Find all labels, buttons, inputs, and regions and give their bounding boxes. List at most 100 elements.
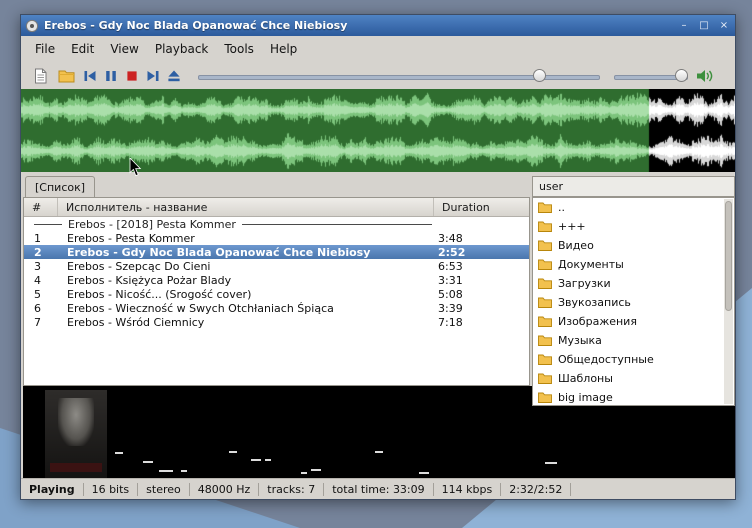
folder-item[interactable]: big image	[533, 388, 734, 406]
mouse-cursor	[129, 158, 142, 177]
folder-icon	[538, 392, 552, 403]
track-title: Erebos - Księżyca Pożar Blady	[58, 274, 434, 287]
track-number: 5	[24, 288, 58, 301]
track-duration: 3:48	[434, 232, 529, 245]
folder-item[interactable]: Шаблоны	[533, 369, 734, 388]
desktop: Erebos - Gdy Noc Blada Opanować Chce Nie…	[0, 0, 752, 528]
open-file-icon	[33, 68, 48, 84]
folder-name: big image	[558, 391, 613, 404]
player-window: Erebos - Gdy Noc Blada Opanować Chce Nie…	[20, 14, 736, 500]
folder-item[interactable]: +++	[533, 217, 734, 236]
open-folder-icon	[58, 69, 75, 83]
playlist-row[interactable]: 5Erebos - Nicość... (Srogość cover)5:08	[24, 287, 529, 301]
track-number: 3	[24, 260, 58, 273]
folder-name: Видео	[558, 239, 594, 252]
statusbar: Playing16 bitsstereo48000 Hztracks: 7tot…	[21, 478, 735, 499]
previous-icon	[82, 68, 98, 84]
folder-name: Общедоступные	[558, 353, 654, 366]
viz-mark	[375, 451, 383, 453]
folder-icon	[538, 202, 552, 213]
pause-button[interactable]	[100, 65, 121, 87]
folder-item[interactable]: Общедоступные	[533, 350, 734, 369]
track-title: Erebos - Gdy Noc Blada Opanować Chce Nie…	[58, 246, 434, 259]
album-art	[45, 390, 107, 478]
seek-slider[interactable]	[198, 65, 600, 87]
playlist-row[interactable]: 6Erebos - Wieczność w Swych Otchłaniach …	[24, 301, 529, 315]
minimize-button[interactable]: –	[675, 18, 693, 33]
maximize-button[interactable]: □	[695, 18, 713, 33]
folder-item[interactable]: Музыка	[533, 331, 734, 350]
folder-name: Документы	[558, 258, 624, 271]
track-number: 2	[24, 246, 58, 259]
menu-edit[interactable]: Edit	[63, 39, 102, 59]
viz-mark	[545, 462, 557, 464]
folder-item[interactable]: Видео	[533, 236, 734, 255]
filebrowser-scrollbar[interactable]	[724, 199, 733, 404]
track-number: 1	[24, 232, 58, 245]
menu-view[interactable]: View	[102, 39, 146, 59]
viz-mark	[301, 472, 307, 474]
folder-item[interactable]: ..	[533, 198, 734, 217]
status-item: total time: 33:09	[324, 483, 433, 496]
stop-button[interactable]	[121, 65, 142, 87]
menubar: File Edit View Playback Tools Help	[21, 36, 735, 62]
volume-thumb[interactable]	[675, 69, 688, 82]
folder-name: Загрузки	[558, 277, 611, 290]
playlist-row[interactable]: 7Erebos - Wśród Ciemnicy7:18	[24, 315, 529, 329]
eject-button[interactable]	[163, 65, 184, 87]
playlist-row[interactable]: 4Erebos - Księżyca Pożar Blady3:31	[24, 273, 529, 287]
viz-mark	[229, 451, 237, 453]
pause-icon	[103, 68, 119, 84]
folder-item[interactable]: Документы	[533, 255, 734, 274]
window-title: Erebos - Gdy Noc Blada Opanować Chce Nie…	[44, 19, 675, 32]
playlist-row[interactable]: 2Erebos - Gdy Noc Blada Opanować Chce Ni…	[24, 245, 529, 259]
menu-help[interactable]: Help	[262, 39, 305, 59]
track-duration: 7:18	[434, 316, 529, 329]
status-playback-state: Playing	[21, 483, 84, 496]
folder-name: Шаблоны	[558, 372, 613, 385]
folder-icon	[538, 354, 552, 365]
folder-list: .. +++ Видео Документы Загрузки Звукозапись Из…	[533, 198, 734, 406]
playlist-row[interactable]: 1Erebos - Pesta Kommer3:48	[24, 231, 529, 245]
folder-item[interactable]: Изображения	[533, 312, 734, 331]
open-file-button[interactable]	[27, 65, 53, 87]
menu-file[interactable]: File	[27, 39, 63, 59]
status-item: tracks: 7	[259, 483, 324, 496]
status-item: stereo	[138, 483, 190, 496]
track-title: Erebos - Szepcąc Do Cieni	[58, 260, 434, 273]
next-button[interactable]	[142, 65, 163, 87]
track-duration: 5:08	[434, 288, 529, 301]
scrollbar-thumb[interactable]	[725, 201, 732, 311]
folder-icon	[538, 373, 552, 384]
folder-name: ..	[558, 201, 565, 214]
filebrowser-path[interactable]: user	[532, 176, 735, 197]
playlist-tab[interactable]: [Список]	[25, 176, 95, 197]
close-button[interactable]: ×	[715, 18, 733, 33]
folder-name: Звукозапись	[558, 296, 631, 309]
app-icon	[25, 19, 39, 33]
column-duration[interactable]: Duration	[434, 198, 529, 216]
playlist-row[interactable]: 3Erebos - Szepcąc Do Cieni6:53	[24, 259, 529, 273]
stop-icon	[124, 68, 140, 84]
previous-button[interactable]	[79, 65, 100, 87]
volume-slider[interactable]	[614, 65, 688, 87]
track-list: 1Erebos - Pesta Kommer3:482Erebos - Gdy …	[24, 231, 529, 329]
folder-item[interactable]: Загрузки	[533, 274, 734, 293]
playlist: # Исполнитель - название Duration Erebos…	[23, 197, 530, 386]
album-group-header: Erebos - [2018] Pesta Kommer	[24, 217, 529, 231]
folder-item[interactable]: Звукозапись	[533, 293, 734, 312]
group-line	[34, 224, 62, 225]
folder-icon	[538, 278, 552, 289]
eject-icon	[166, 68, 182, 84]
filebrowser: .. +++ Видео Документы Загрузки Звукозапись Из…	[532, 197, 735, 406]
column-artist-title[interactable]: Исполнитель - название	[58, 198, 434, 216]
titlebar[interactable]: Erebos - Gdy Noc Blada Opanować Chce Nie…	[21, 15, 735, 36]
menu-playback[interactable]: Playback	[147, 39, 217, 59]
track-title: Erebos - Wśród Ciemnicy	[58, 316, 434, 329]
seek-thumb[interactable]	[533, 69, 546, 82]
menu-tools[interactable]: Tools	[216, 39, 262, 59]
open-folder-button[interactable]	[53, 65, 79, 87]
status-item: 16 bits	[84, 483, 139, 496]
viz-mark	[159, 470, 173, 472]
column-number[interactable]: #	[24, 198, 58, 216]
